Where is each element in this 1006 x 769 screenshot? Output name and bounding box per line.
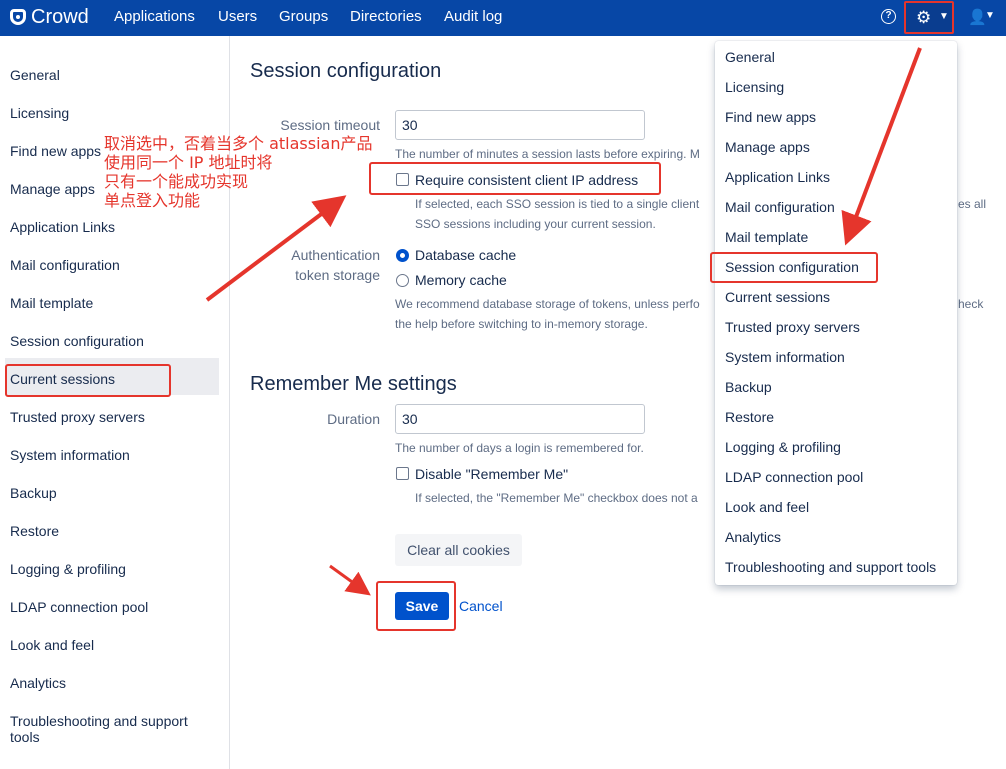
annotation-arrows <box>205 47 922 596</box>
arrow-to-session-menu-item <box>841 47 922 246</box>
arrow-to-save-button <box>329 564 371 596</box>
arrow-to-ip-checkbox <box>205 195 347 302</box>
